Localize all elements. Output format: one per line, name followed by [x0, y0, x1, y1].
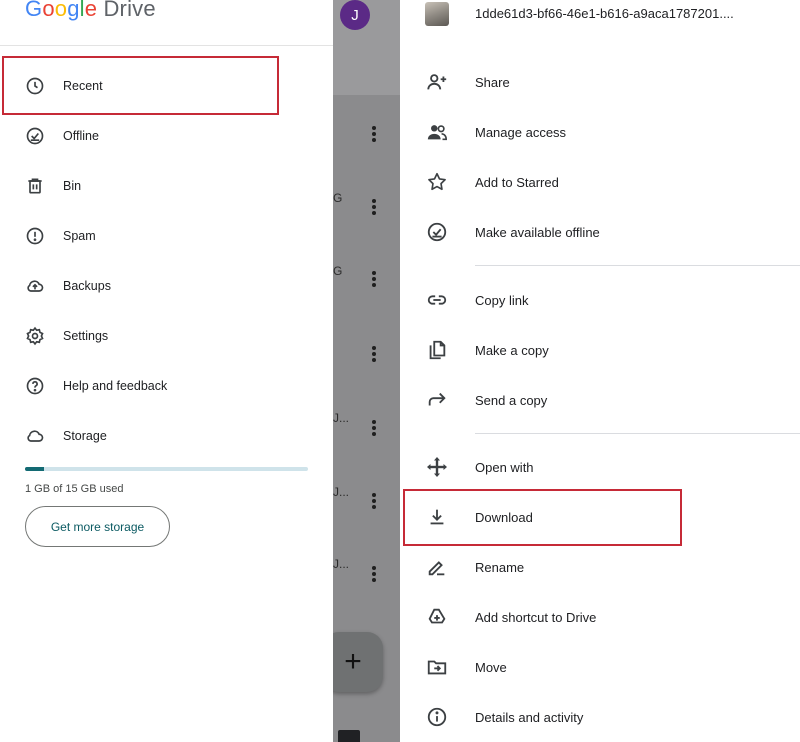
- move-folder-icon: [425, 655, 449, 679]
- truncated-file-label: J...: [333, 557, 350, 571]
- storage-usage-fill: [25, 467, 44, 471]
- nav-item-help-and-feedback[interactable]: Help and feedback: [0, 361, 333, 411]
- file-actions-sheet: 1dde61d3-bf66-46e1-b616-a9aca1787201....…: [400, 0, 800, 742]
- drawer-header: Google Drive: [0, 0, 333, 46]
- truncated-file-label: G: [333, 191, 343, 205]
- logo-google-text: Google: [25, 0, 98, 21]
- menu-item-make-available-offline[interactable]: Make available offline: [400, 207, 800, 257]
- menu-item-manage-access[interactable]: Manage access: [400, 107, 800, 157]
- more-options-icon[interactable]: [371, 199, 377, 219]
- gear-icon: [24, 325, 46, 347]
- info-icon: [425, 705, 449, 729]
- nav-item-label: Settings: [63, 329, 109, 343]
- dimmed-file-list: J G G J... J... J... +: [333, 0, 400, 742]
- menu-item-label: Move: [475, 659, 507, 675]
- send-arrow-icon: [425, 388, 449, 412]
- cloud-icon: [24, 425, 46, 447]
- nav-item-spam[interactable]: Spam: [0, 211, 333, 261]
- offline-check-icon: [425, 220, 449, 244]
- more-options-icon[interactable]: [371, 566, 377, 586]
- storage-used-text: 1 GB of 15 GB used: [25, 483, 124, 495]
- person-add-icon: [425, 70, 449, 94]
- nav-item-label: Bin: [63, 179, 82, 193]
- nav-item-storage[interactable]: Storage: [0, 411, 333, 461]
- truncated-file-label: G: [333, 264, 343, 278]
- get-more-storage-button[interactable]: Get more storage: [25, 506, 170, 547]
- download-icon: [425, 505, 449, 529]
- menu-item-add-to-starred[interactable]: Add to Starred: [400, 157, 800, 207]
- truncated-file-label: J...: [333, 411, 350, 425]
- menu-item-copy-link[interactable]: Copy link: [400, 275, 800, 325]
- nav-item-label: Offline: [63, 129, 99, 143]
- more-options-icon[interactable]: [371, 271, 377, 291]
- rename-icon: [425, 555, 449, 579]
- nav-item-label: Backups: [63, 279, 111, 293]
- nav-item-settings[interactable]: Settings: [0, 311, 333, 361]
- menu-item-open-with[interactable]: Open with: [400, 442, 800, 492]
- new-file-fab[interactable]: +: [333, 632, 383, 692]
- trash-icon: [24, 175, 46, 197]
- nav-item-backups[interactable]: Backups: [0, 261, 333, 311]
- nav-item-bin[interactable]: Bin: [0, 161, 333, 211]
- star-icon: [425, 170, 449, 194]
- add-shortcut-icon: [425, 605, 449, 629]
- more-options-icon[interactable]: [371, 420, 377, 440]
- menu-item-label: Details and activity: [475, 709, 584, 725]
- menu-item-rename[interactable]: Rename: [400, 542, 800, 592]
- avatar[interactable]: J: [340, 0, 370, 30]
- nav-item-label: Spam: [63, 229, 96, 243]
- storage-usage-bar: [25, 467, 308, 471]
- menu-item-make-a-copy[interactable]: Make a copy: [400, 325, 800, 375]
- menu-item-label: Make available offline: [475, 224, 600, 240]
- menu-item-send-a-copy[interactable]: Send a copy: [400, 375, 800, 425]
- menu-item-label: Download: [475, 509, 533, 525]
- open-with-icon: [425, 455, 449, 479]
- offline-check-icon: [24, 125, 46, 147]
- menu-item-label: Open with: [475, 459, 534, 475]
- link-icon: [425, 288, 449, 312]
- people-icon: [425, 120, 449, 144]
- help-icon: [24, 375, 46, 397]
- copy-icon: [425, 338, 449, 362]
- menu-item-label: Add shortcut to Drive: [475, 609, 597, 625]
- menu-item-label: Send a copy: [475, 392, 548, 408]
- menu-item-label: Rename: [475, 559, 525, 575]
- menu-divider: [475, 433, 800, 434]
- cloud-upload-icon: [24, 275, 46, 297]
- file-thumbnail: [425, 2, 449, 26]
- nav-item-label: Storage: [63, 429, 107, 443]
- menu-item-move[interactable]: Move: [400, 642, 800, 692]
- menu-item-details-and-activity[interactable]: Details and activity: [400, 692, 800, 742]
- folder-icon: [338, 730, 360, 742]
- file-name: 1dde61d3-bf66-46e1-b616-a9aca1787201....: [475, 6, 734, 21]
- nav-item-label: Help and feedback: [63, 379, 168, 393]
- menu-item-share[interactable]: Share: [400, 57, 800, 107]
- menu-item-label: Share: [475, 74, 510, 90]
- navigation-drawer: Google Drive Recent Offline Bin Spam Bac…: [0, 0, 333, 742]
- more-options-icon[interactable]: [371, 346, 377, 366]
- menu-item-add-shortcut-to-drive[interactable]: Add shortcut to Drive: [400, 592, 800, 642]
- nav-item-recent[interactable]: Recent: [0, 61, 333, 111]
- logo-product-text: Drive: [103, 0, 156, 21]
- nav-item-offline[interactable]: Offline: [0, 111, 333, 161]
- menu-item-download[interactable]: Download: [400, 492, 800, 542]
- nav-item-label: Recent: [63, 79, 103, 93]
- menu-item-label: Make a copy: [475, 342, 549, 358]
- truncated-file-label: J...: [333, 485, 350, 499]
- more-options-icon[interactable]: [371, 493, 377, 513]
- more-options-icon[interactable]: [371, 126, 377, 146]
- clock-icon: [24, 75, 46, 97]
- menu-item-label: Add to Starred: [475, 174, 559, 190]
- menu-item-label: Manage access: [475, 124, 567, 140]
- google-drive-logo: Google Drive: [25, 0, 156, 22]
- menu-divider: [475, 265, 800, 266]
- spam-icon: [24, 225, 46, 247]
- menu-item-label: Copy link: [475, 292, 529, 308]
